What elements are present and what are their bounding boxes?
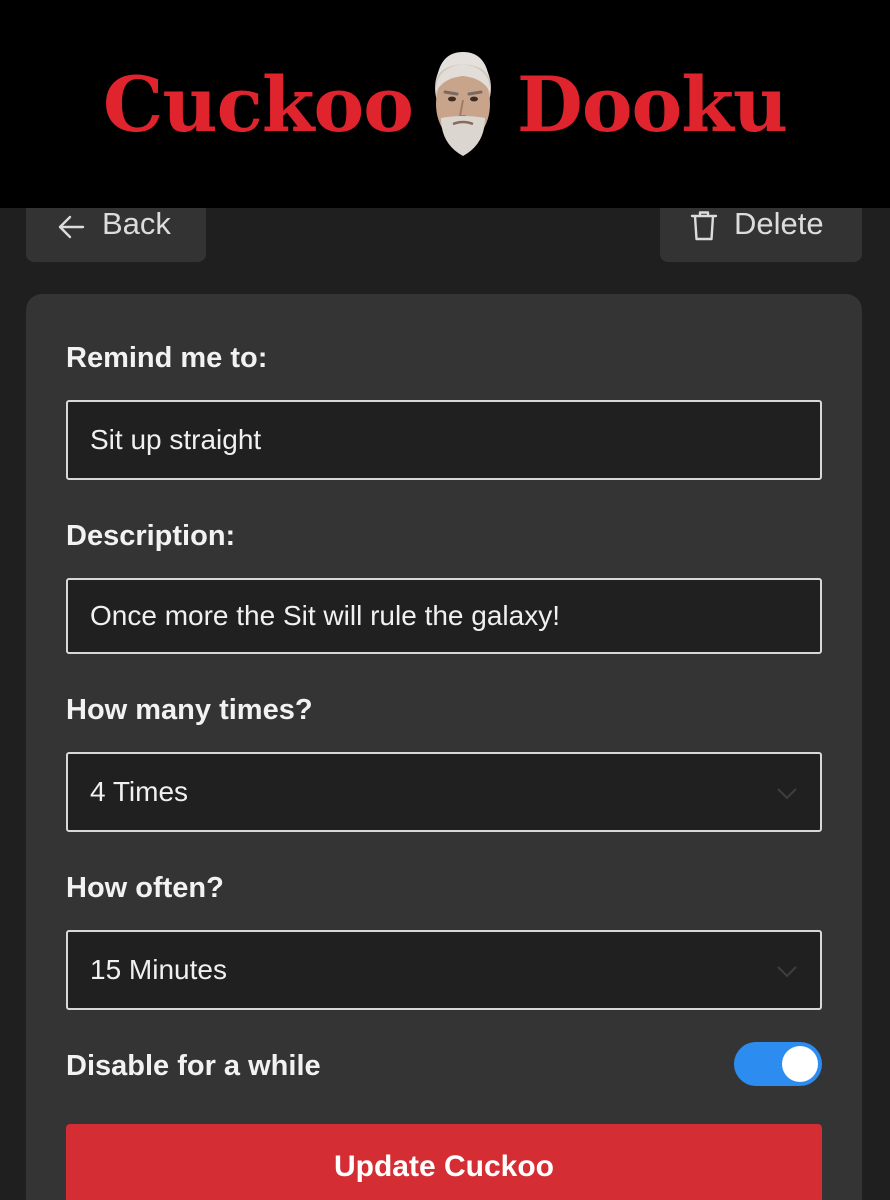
title-label: Remind me to: — [66, 342, 268, 374]
toggle-knob — [782, 1046, 818, 1082]
delete-label: Delete — [734, 206, 824, 241]
back-label: Back — [102, 206, 171, 241]
reminder-form: Remind me to: Description: How many time… — [26, 294, 862, 1200]
arrow-left-icon — [56, 212, 86, 242]
often-value: 15 Minutes — [90, 954, 227, 985]
title-input[interactable] — [66, 400, 822, 480]
trash-icon — [690, 210, 718, 242]
often-label: How often? — [66, 872, 224, 904]
update-button[interactable]: Update Cuckoo — [66, 1124, 822, 1200]
times-label: How many times? — [66, 694, 313, 726]
edit-reminder-page: Back Delete Cuckoo Dooku Remind me to: S… — [0, 0, 890, 1200]
times-select[interactable]: 4 Times — [66, 752, 822, 832]
times-value: 4 Times — [90, 776, 189, 807]
disable-label: Disable for a while — [66, 1050, 321, 1082]
chevron-down-icon — [776, 954, 798, 986]
description-input[interactable] — [66, 578, 822, 654]
logo-face-icon — [427, 44, 499, 167]
description-label: Description: — [66, 520, 236, 552]
app-header: Cuckoo Dooku — [0, 0, 890, 208]
logo-text-right: Dooku — [516, 60, 788, 149]
disable-toggle[interactable] — [734, 1042, 822, 1086]
logo-text-left: Cuckoo — [102, 60, 414, 149]
often-select[interactable]: 15 Minutes — [66, 930, 822, 1010]
chevron-down-icon — [776, 776, 798, 808]
